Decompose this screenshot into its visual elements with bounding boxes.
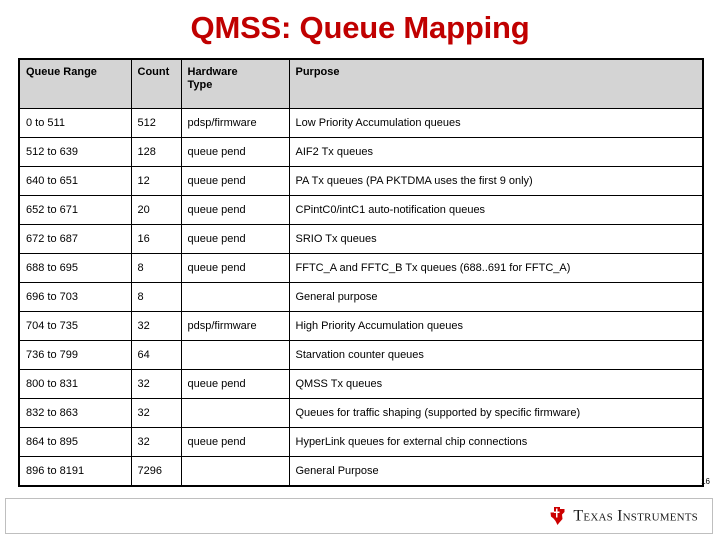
table-row: 896 to 8191 7296 General Purpose <box>18 456 704 487</box>
table-row: 640 to 651 12 queue pend PA Tx queues (PA P… <box>18 166 704 196</box>
column-header-queue-range: Queue Range <box>18 58 132 109</box>
cell-purpose: QMSS Tx queues <box>288 369 704 399</box>
cell-purpose: High Priority Accumulation queues <box>288 311 704 341</box>
queue-mapping-table: Queue Range Count Hardware Type Purpose … <box>18 58 704 487</box>
cell-queue-range: 736 to 799 <box>18 340 132 370</box>
cell-hardware-type: queue pend <box>180 224 290 254</box>
cell-queue-range: 696 to 703 <box>18 282 132 312</box>
table-row: 688 to 695 8 queue pend FFTC_A and FFTC_B T… <box>18 253 704 283</box>
cell-queue-range: 800 to 831 <box>18 369 132 399</box>
cell-queue-range: 688 to 695 <box>18 253 132 283</box>
cell-purpose: FFTC_A and FFTC_B Tx queues (688..691 fo… <box>288 253 704 283</box>
cell-purpose: PA Tx queues (PA PKTDMA uses the first 9… <box>288 166 704 196</box>
column-header-hardware-type: Hardware Type <box>180 58 290 109</box>
cell-count: 16 <box>130 224 182 254</box>
cell-queue-range: 512 to 639 <box>18 137 132 167</box>
queue-mapping-table-container: Queue Range Count Hardware Type Purpose … <box>18 58 704 487</box>
cell-count: 32 <box>130 427 182 457</box>
table-row: 800 to 831 32 queue pend QMSS Tx queues <box>18 369 704 399</box>
cell-count: 64 <box>130 340 182 370</box>
table-row: 864 to 895 32 queue pend HyperLink queues f… <box>18 427 704 457</box>
table-row: 0 to 511 512 pdsp/firmware Low Priority Acc… <box>18 108 704 138</box>
cell-hardware-type <box>180 456 290 487</box>
cell-purpose: Starvation counter queues <box>288 340 704 370</box>
column-header-hardware-line2: Type <box>187 79 213 91</box>
cell-hardware-type <box>180 340 290 370</box>
cell-queue-range: 0 to 511 <box>18 108 132 138</box>
footer-bar: Texas Instruments <box>5 498 713 534</box>
cell-hardware-type: queue pend <box>180 427 290 457</box>
cell-purpose: SRIO Tx queues <box>288 224 704 254</box>
table-row: 512 to 639 128 queue pend AIF2 Tx queues <box>18 137 704 167</box>
cell-count: 32 <box>130 398 182 428</box>
cell-hardware-type <box>180 282 290 312</box>
cell-count: 7296 <box>130 456 182 487</box>
column-header-purpose: Purpose <box>288 58 704 109</box>
table-body: 0 to 511 512 pdsp/firmware Low Priority Acc… <box>18 108 704 487</box>
cell-count: 32 <box>130 369 182 399</box>
cell-hardware-type <box>180 398 290 428</box>
cell-hardware-type: pdsp/firmware <box>180 108 290 138</box>
cell-count: 512 <box>130 108 182 138</box>
table-row: 652 to 671 20 queue pend CPintC0/intC1 auto… <box>18 195 704 225</box>
cell-purpose: Low Priority Accumulation queues <box>288 108 704 138</box>
cell-purpose: General purpose <box>288 282 704 312</box>
cell-hardware-type: queue pend <box>180 137 290 167</box>
page-number: 16 <box>701 477 710 486</box>
table-row: 832 to 863 32 Queues for traffic shaping (… <box>18 398 704 428</box>
table-row: 736 to 799 64 Starvation counter queues <box>18 340 704 370</box>
cell-count: 8 <box>130 282 182 312</box>
cell-purpose: General Purpose <box>288 456 704 487</box>
column-header-count: Count <box>130 58 182 109</box>
cell-queue-range: 896 to 8191 <box>18 456 132 487</box>
cell-queue-range: 652 to 671 <box>18 195 132 225</box>
cell-queue-range: 832 to 863 <box>18 398 132 428</box>
table-row: 696 to 703 8 General purpose <box>18 282 704 312</box>
cell-count: 12 <box>130 166 182 196</box>
cell-hardware-type: queue pend <box>180 253 290 283</box>
texas-state-icon <box>550 507 565 525</box>
page-title: QMSS: Queue Mapping <box>190 10 530 45</box>
cell-hardware-type: queue pend <box>180 195 290 225</box>
cell-count: 32 <box>130 311 182 341</box>
cell-count: 8 <box>130 253 182 283</box>
table-header: Queue Range Count Hardware Type Purpose <box>18 58 704 109</box>
cell-hardware-type: queue pend <box>180 166 290 196</box>
cell-purpose: CPintC0/intC1 auto-notification queues <box>288 195 704 225</box>
cell-queue-range: 864 to 895 <box>18 427 132 457</box>
cell-queue-range: 640 to 651 <box>18 166 132 196</box>
cell-count: 20 <box>130 195 182 225</box>
cell-count: 128 <box>130 137 182 167</box>
cell-queue-range: 704 to 735 <box>18 311 132 341</box>
column-header-hardware-line1: Hardware <box>187 66 238 78</box>
cell-hardware-type: queue pend <box>180 369 290 399</box>
cell-purpose: HyperLink queues for external chip conne… <box>288 427 704 457</box>
table-header-row: Queue Range Count Hardware Type Purpose <box>18 58 704 109</box>
table-row: 704 to 735 32 pdsp/firmware High Priority A… <box>18 311 704 341</box>
table-row: 672 to 687 16 queue pend SRIO Tx queues <box>18 224 704 254</box>
cell-queue-range: 672 to 687 <box>18 224 132 254</box>
texas-instruments-logo: Texas Instruments <box>549 507 698 526</box>
cell-purpose: AIF2 Tx queues <box>288 137 704 167</box>
texas-instruments-wordmark: Texas Instruments <box>573 507 698 524</box>
cell-hardware-type: pdsp/firmware <box>180 311 290 341</box>
cell-purpose: Queues for traffic shaping (supported by… <box>288 398 704 428</box>
